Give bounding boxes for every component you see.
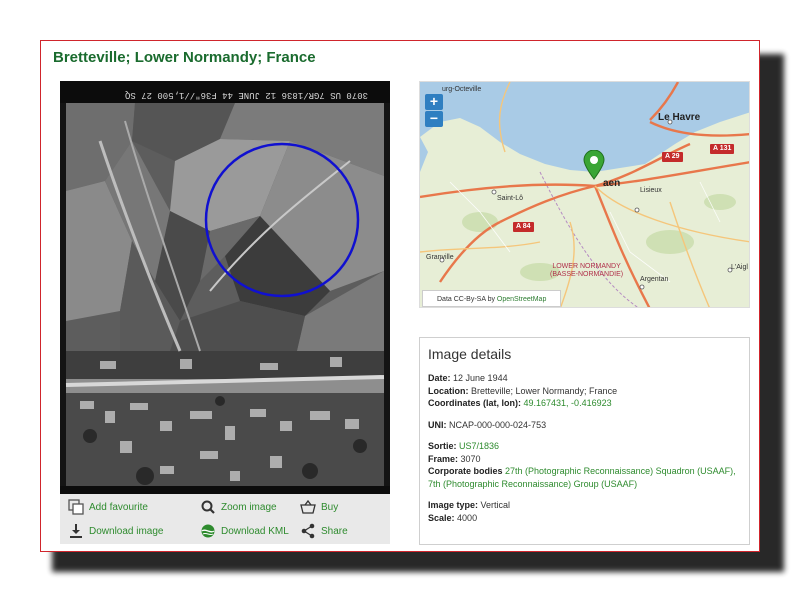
aerial-photo-image <box>60 81 390 494</box>
detail-corporate-bodies: Corporate bodies 27th (Photographic Reco… <box>428 465 741 490</box>
add-favourite-label: Add favourite <box>89 501 148 513</box>
map-zoom-in-button[interactable]: + <box>425 94 443 110</box>
detail-scale-label: Scale: <box>428 512 455 523</box>
detail-image-type-value: Vertical <box>480 500 511 510</box>
detail-frame-value: 3070 <box>460 453 481 464</box>
detail-corporate-label: Corporate bodies <box>428 466 503 476</box>
map-label-le-havre: Le Havre <box>658 112 701 123</box>
download-kml-button[interactable]: Download KML <box>200 522 289 540</box>
detail-coordinates-label: Coordinates (lat, lon): <box>428 398 521 408</box>
map-label-granville: Granville <box>426 254 454 261</box>
detail-frame-label: Frame: <box>428 453 459 464</box>
openstreetmap-link[interactable]: OpenStreetMap <box>497 296 546 303</box>
add-favourite-button[interactable]: Add favourite <box>68 498 148 516</box>
magnifier-icon <box>200 499 216 515</box>
share-icon <box>300 523 316 539</box>
detail-location-value: Bretteville; Lower Normandy; France <box>471 385 618 396</box>
share-label: Share <box>321 525 348 537</box>
road-shield-a84: A 84 <box>513 222 534 232</box>
map-label-region: LOWER NORMANDY (BASSE-NORMANDIE) <box>550 263 623 279</box>
film-caption: 3070 US 7GR/1836 12 JUNE 44 F36"//1,500 … <box>124 90 368 100</box>
map-zoom-out-button[interactable]: − <box>425 111 443 127</box>
aerial-photo[interactable]: 3070 US 7GR/1836 12 JUNE 44 F36"//1,500 … <box>60 81 390 494</box>
map-attribution-text: Data CC-By-SA by <box>437 296 495 303</box>
buy-button[interactable]: Buy <box>300 498 338 516</box>
detail-location-label: Location: <box>428 385 469 396</box>
detail-frame: Frame: 3070 <box>428 453 741 466</box>
detail-uni-label: UNI: <box>428 419 447 430</box>
zoom-image-label: Zoom image <box>221 501 277 513</box>
image-details-heading: Image details <box>428 346 512 362</box>
map-label-region-line2: (BASSE-NORMANDIE) <box>550 271 624 278</box>
download-kml-label: Download KML <box>221 525 289 537</box>
download-image-label: Download image <box>89 525 164 537</box>
detail-uni-value: NCAP-000-000-024-753 <box>449 419 547 430</box>
favourite-icon <box>68 499 84 515</box>
download-icon <box>68 523 84 539</box>
road-shield-a29: A 29 <box>662 152 683 162</box>
detail-scale: Scale: 4000 <box>428 512 741 525</box>
map-label-caen: aen <box>603 178 621 189</box>
detail-image-type: Image type: Vertical <box>428 499 741 512</box>
detail-location: Location: Bretteville; Lower Normandy; F… <box>428 385 741 398</box>
photo-actions: Add favourite Zoom image Buy Download im… <box>60 494 390 544</box>
detail-date-value: 12 June 1944 <box>453 373 508 383</box>
detail-coordinates: Coordinates (lat, lon): 49.167431, -0.41… <box>428 397 741 410</box>
basket-icon <box>300 499 316 515</box>
map-label-saint-lo: Saint-Lô <box>497 195 524 202</box>
detail-sortie: Sortie: US7/1836 <box>428 440 741 453</box>
detail-sortie-label: Sortie: <box>428 441 457 451</box>
map-label-argentan: Argentan <box>640 276 669 283</box>
detail-date-label: Date: <box>428 373 451 383</box>
detail-image-type-label: Image type: <box>428 500 479 510</box>
download-image-button[interactable]: Download image <box>68 522 164 540</box>
detail-sortie-link[interactable]: US7/1836 <box>459 441 499 451</box>
zoom-image-button[interactable]: Zoom image <box>200 498 277 516</box>
location-map[interactable]: + − urg-Octeville Le Havre aen Saint-Lô … <box>419 81 750 308</box>
share-button[interactable]: Share <box>300 522 348 540</box>
map-label-region-line1: LOWER NORMANDY <box>552 263 621 270</box>
detail-scale-value: 4000 <box>457 512 478 523</box>
corporate-body-link-group[interactable]: 7th (Photographic Reconnaissance) Group … <box>428 479 637 489</box>
map-attribution: Data CC-By-SA by OpenStreetMap <box>422 290 562 307</box>
map-label-cherbourg: urg-Octeville <box>442 86 482 93</box>
location-marker-icon[interactable] <box>583 150 605 180</box>
map-label-laigle: L'Aigl <box>731 264 748 271</box>
globe-icon <box>200 523 216 539</box>
page-title: Bretteville; Lower Normandy; France <box>53 49 316 66</box>
map-label-lisieux: Lisieux <box>640 187 662 194</box>
detail-coordinates-link[interactable]: 49.167431, -0.416923 <box>524 398 612 408</box>
detail-date: Date: 12 June 1944 <box>428 372 741 385</box>
detail-uni: UNI: NCAP-000-000-024-753 <box>428 419 741 432</box>
image-details-panel: Image details Date: 12 June 1944 Locatio… <box>419 337 750 545</box>
record-card: Bretteville; Lower Normandy; France 3070… <box>40 40 760 552</box>
corporate-body-link-squadron[interactable]: 27th (Photographic Reconnaissance) Squad… <box>505 466 736 476</box>
buy-label: Buy <box>321 501 339 513</box>
road-shield-a131: A 131 <box>710 144 735 154</box>
